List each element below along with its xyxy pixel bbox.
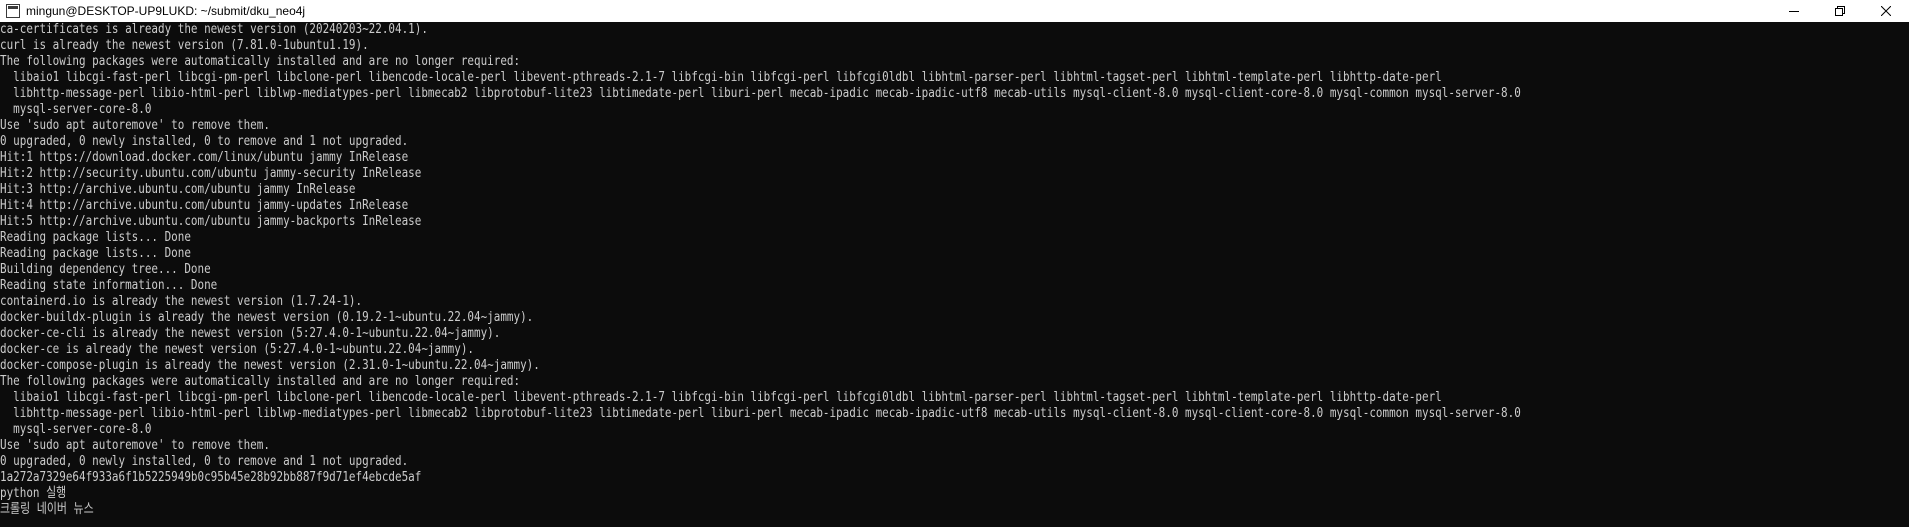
- terminal-line: libaio1 libcgi-fast-perl libcgi-pm-perl …: [0, 389, 1442, 405]
- terminal-line: Use 'sudo apt autoremove' to remove them…: [0, 437, 270, 453]
- terminal-window: mingun@DESKTOP-UP9LUKD: ~/submit/dku_neo…: [0, 0, 1909, 527]
- terminal-line: mysql-server-core-8.0: [0, 101, 152, 117]
- terminal-line: python 실행: [0, 485, 67, 501]
- terminal-line: 크롤링 네이버 뉴스: [0, 501, 94, 517]
- terminal-line: Reading package lists... Done: [0, 245, 191, 261]
- close-icon: [1881, 6, 1891, 16]
- close-button[interactable]: [1863, 0, 1909, 22]
- terminal-line: containerd.io is already the newest vers…: [0, 293, 363, 309]
- terminal-line: Reading state information... Done: [0, 277, 218, 293]
- terminal-line: libhttp-message-perl libio-html-perl lib…: [0, 85, 1521, 101]
- terminal-line: Hit:3 http://archive.ubuntu.com/ubuntu j…: [0, 181, 356, 197]
- terminal-line: The following packages were automaticall…: [0, 373, 521, 389]
- restore-button[interactable]: [1817, 0, 1863, 22]
- terminal-line: Hit:5 http://archive.ubuntu.com/ubuntu j…: [0, 213, 422, 229]
- title-bar[interactable]: mingun@DESKTOP-UP9LUKD: ~/submit/dku_neo…: [0, 0, 1909, 22]
- terminal-line: mysql-server-core-8.0: [0, 421, 152, 437]
- terminal-line: libhttp-message-perl libio-html-perl lib…: [0, 405, 1521, 421]
- terminal-line: libaio1 libcgi-fast-perl libcgi-pm-perl …: [0, 69, 1442, 85]
- terminal-line: Building dependency tree... Done: [0, 261, 211, 277]
- minimize-button[interactable]: [1771, 0, 1817, 22]
- terminal-line: docker-compose-plugin is already the new…: [0, 357, 540, 373]
- terminal-line: 1a272a7329e64f933a6f1b5225949b0c95b45e28…: [0, 469, 422, 485]
- minimize-icon: [1789, 11, 1799, 12]
- terminal-line: curl is already the newest version (7.81…: [0, 37, 369, 53]
- terminal-line: docker-ce-cli is already the newest vers…: [0, 325, 501, 341]
- terminal-line: Hit:2 http://security.ubuntu.com/ubuntu …: [0, 165, 422, 181]
- terminal-line: Use 'sudo apt autoremove' to remove them…: [0, 117, 270, 133]
- window-controls: [1771, 0, 1909, 22]
- terminal-line: The following packages were automaticall…: [0, 53, 521, 69]
- terminal-line: docker-buildx-plugin is already the newe…: [0, 309, 534, 325]
- terminal-line: ca-certificates is already the newest ve…: [0, 21, 428, 37]
- terminal-line: docker-ce is already the newest version …: [0, 341, 475, 357]
- restore-icon: [1835, 6, 1845, 16]
- terminal-line: Reading package lists... Done: [0, 229, 191, 245]
- terminal-output[interactable]: ca-certificates is already the newest ve…: [0, 21, 1909, 527]
- terminal-line: Hit:4 http://archive.ubuntu.com/ubuntu j…: [0, 197, 409, 213]
- terminal-icon: [6, 4, 20, 18]
- terminal-line: Hit:1 https://download.docker.com/linux/…: [0, 149, 409, 165]
- window-title: mingun@DESKTOP-UP9LUKD: ~/submit/dku_neo…: [26, 4, 306, 18]
- terminal-line: 0 upgraded, 0 newly installed, 0 to remo…: [0, 453, 409, 469]
- terminal-line: 0 upgraded, 0 newly installed, 0 to remo…: [0, 133, 409, 149]
